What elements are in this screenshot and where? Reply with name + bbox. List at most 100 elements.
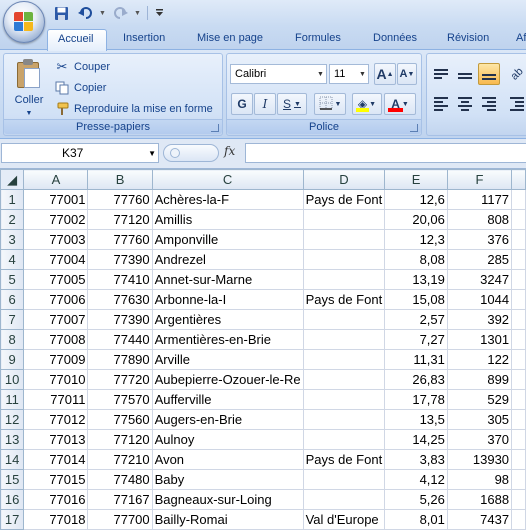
cell-f[interactable]: 808 [446,209,513,230]
cell-e[interactable]: 20,06 [384,209,448,230]
tab-donnees[interactable]: Données [363,29,427,50]
cell-f[interactable]: 285 [446,249,513,270]
cell-d[interactable] [303,409,386,430]
tab-insertion[interactable]: Insertion [113,29,175,50]
cell-g[interactable] [511,249,526,270]
underline-button[interactable]: S ▼ [277,93,307,115]
cell-b[interactable]: 77167 [87,489,153,510]
cell-g[interactable] [511,209,526,230]
column-header-a[interactable]: A [23,169,89,190]
cell-b[interactable]: 77390 [87,249,153,270]
cell-b[interactable]: 77210 [87,449,153,470]
cell-a[interactable]: 77008 [23,329,89,350]
office-button[interactable] [3,1,45,43]
row-header[interactable]: 7 [0,309,25,330]
row-header[interactable]: 6 [0,289,25,310]
font-name-combobox[interactable]: Calibri ▼ [230,64,327,84]
cell-g[interactable] [511,429,526,450]
cell-b[interactable]: 77890 [87,349,153,370]
bold-button[interactable]: G [231,93,253,115]
cell-d[interactable]: Val d'Europe [302,509,386,530]
cell-b[interactable]: 77630 [87,289,153,310]
cell-f[interactable]: 392 [446,309,513,330]
cut-button[interactable]: ✂ Couper [54,57,111,77]
cell-a[interactable]: 77015 [23,469,89,490]
cell-a[interactable]: 77016 [23,489,89,510]
cell-f[interactable]: 376 [446,229,513,250]
cell-a[interactable]: 77013 [23,429,89,450]
cell-a[interactable]: 77007 [23,309,89,330]
cell-d[interactable] [303,269,386,290]
cell-c[interactable]: Aufferville [151,389,304,410]
cell-f[interactable]: 370 [446,429,513,450]
row-header[interactable]: 2 [0,209,25,230]
cell-d[interactable] [303,389,386,410]
cell-c[interactable]: Aubepierre-Ozouer-le-Re [151,369,304,390]
cell-e[interactable]: 5,26 [384,489,448,510]
tab-mise-en-page[interactable]: Mise en page [187,29,273,50]
cell-d[interactable] [303,329,386,350]
cell-c[interactable]: Arbonne-la-I [151,289,304,310]
font-dialog-launcher-icon[interactable] [410,124,418,132]
row-header[interactable]: 5 [0,269,25,290]
cell-e[interactable]: 13,5 [384,409,448,430]
cell-d[interactable]: Pays de Font [302,449,386,470]
cell-d[interactable] [303,489,386,510]
column-header-f[interactable]: F [446,169,513,190]
row-header[interactable]: 9 [0,349,25,370]
insert-function-button[interactable]: fx [224,144,235,158]
cell-g[interactable] [511,409,526,430]
row-header[interactable]: 14 [0,449,25,470]
cell-g[interactable] [511,329,526,350]
cell-a[interactable]: 77002 [23,209,89,230]
paste-dropdown-icon[interactable]: ▼ [26,110,33,117]
cell-e[interactable]: 2,57 [384,309,448,330]
cell-d[interactable] [303,369,386,390]
cell-g[interactable] [511,389,526,410]
cell-c[interactable]: Annet-sur-Marne [151,269,304,290]
cell-e[interactable]: 26,83 [384,369,448,390]
cell-a[interactable]: 77004 [23,249,89,270]
cell-e[interactable]: 12,6 [384,189,448,210]
row-header[interactable]: 15 [0,469,25,490]
cell-g[interactable] [511,449,526,470]
cell-c[interactable]: Achères-la-F [151,189,304,210]
cell-b[interactable]: 77120 [87,429,153,450]
cell-e[interactable]: 12,3 [384,229,448,250]
redo-dropdown-icon[interactable]: ▼ [133,3,142,23]
row-header[interactable]: 12 [0,409,25,430]
cell-e[interactable]: 13,19 [384,269,448,290]
cell-b[interactable]: 77560 [87,409,153,430]
cell-e[interactable]: 15,08 [384,289,448,310]
grow-font-button[interactable]: A ▲ [374,63,396,85]
clipboard-dialog-launcher-icon[interactable] [211,124,219,132]
cell-f[interactable]: 1688 [446,489,513,510]
cell-e[interactable]: 3,83 [384,449,448,470]
cell-e[interactable]: 4,12 [384,469,448,490]
customize-qat-icon[interactable] [153,3,165,23]
cell-b[interactable]: 77410 [87,269,153,290]
cell-e[interactable]: 17,78 [384,389,448,410]
cell-b[interactable]: 77760 [87,189,153,210]
font-name-dropdown-icon[interactable]: ▼ [315,65,326,83]
cell-g[interactable] [511,189,526,210]
cell-b[interactable]: 77390 [87,309,153,330]
cell-f[interactable]: 899 [446,369,513,390]
column-header-b[interactable]: B [87,169,153,190]
cell-d[interactable] [303,349,386,370]
cell-d[interactable]: Pays de Font [302,189,386,210]
cell-f[interactable]: 13930 [446,449,513,470]
cell-f[interactable]: 529 [446,389,513,410]
align-left-button[interactable] [430,93,452,115]
cell-b[interactable]: 77760 [87,229,153,250]
tab-revision[interactable]: Révision [437,29,499,50]
row-header[interactable]: 10 [0,369,25,390]
font-size-combobox[interactable]: 11 ▼ [329,64,369,84]
cell-d[interactable] [303,209,386,230]
font-size-dropdown-icon[interactable]: ▼ [357,65,368,83]
cell-c[interactable]: Armentières-en-Brie [151,329,304,350]
cell-e[interactable]: 14,25 [384,429,448,450]
cell-a[interactable]: 77010 [23,369,89,390]
cell-f[interactable]: 7437 [446,509,513,530]
undo-dropdown-icon[interactable]: ▼ [98,3,107,23]
